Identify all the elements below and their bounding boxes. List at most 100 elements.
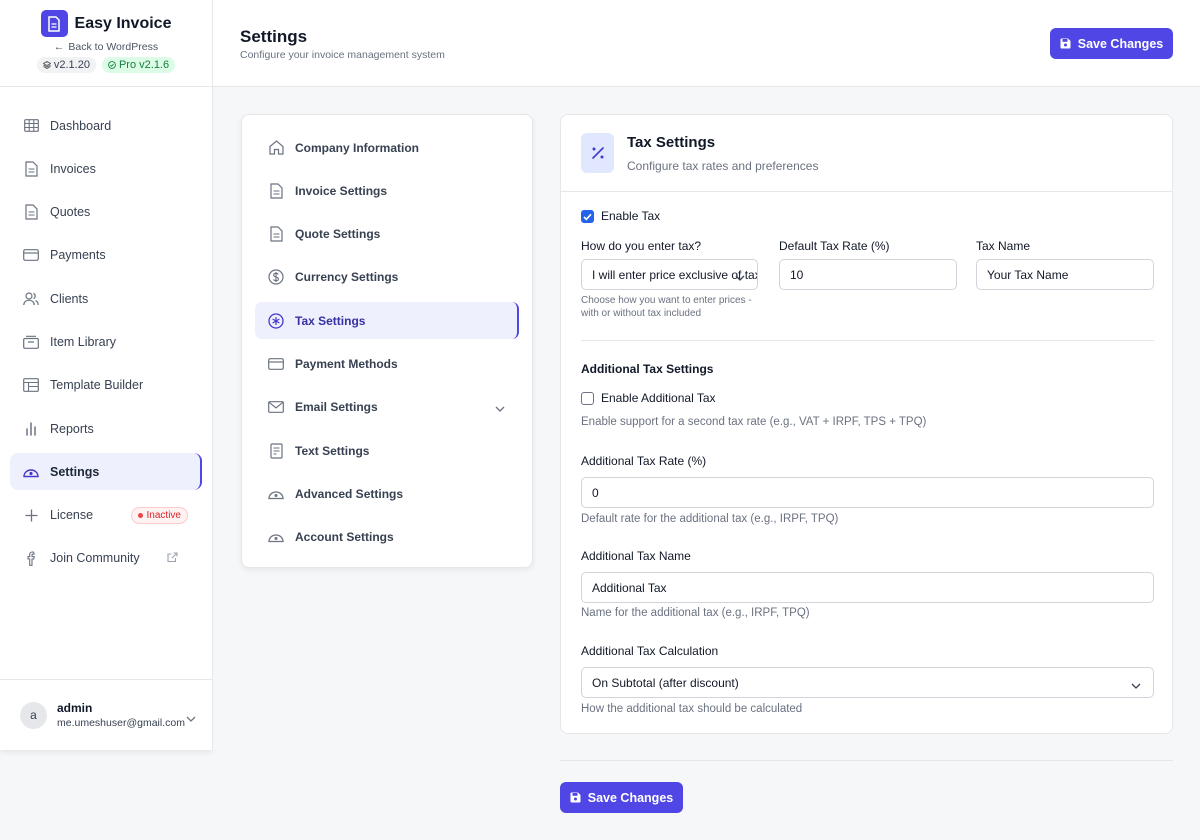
- library-icon: [23, 334, 39, 350]
- additional-tax-calculation-label: Additional Tax Calculation: [581, 644, 719, 658]
- arrow-left-icon: ←: [53, 41, 65, 53]
- additional-tax-calculation-value: On Subtotal (after discount): [592, 675, 739, 690]
- layers-icon: [42, 61, 51, 69]
- facebook-icon: [23, 550, 39, 566]
- sidebar-item-reports[interactable]: Reports: [10, 410, 202, 447]
- menu-item-label: Currency Settings: [295, 270, 399, 285]
- additional-tax-rate-label: Additional Tax Rate (%): [581, 454, 707, 468]
- menu-item-quote-settings[interactable]: Quote Settings: [255, 216, 519, 253]
- credit-card-icon: [23, 247, 39, 263]
- menu-item-email-settings[interactable]: Email Settings: [255, 389, 519, 426]
- menu-item-text-settings[interactable]: Text Settings: [255, 432, 519, 469]
- menu-item-label: Payment Methods: [295, 356, 398, 371]
- tax-entry-select[interactable]: I will enter price exclusive of tax: [581, 259, 758, 290]
- sidebar-item-settings[interactable]: Settings: [10, 453, 202, 491]
- page-subtitle: Configure your invoice management system: [240, 49, 445, 61]
- additional-tax-rate-help: Default rate for the additional tax (e.g…: [581, 513, 839, 525]
- save-changes-button[interactable]: Save Changes: [1050, 28, 1173, 59]
- user-info: admin me.umeshuser@gmail.com: [57, 701, 185, 729]
- default-tax-rate-label: Default Tax Rate (%): [779, 239, 890, 253]
- default-tax-rate-value: 10: [790, 267, 804, 282]
- sidebar-item-dashboard[interactable]: Dashboard: [10, 107, 202, 144]
- chevron-down-icon: [1131, 678, 1141, 692]
- text-file-icon: [268, 442, 284, 459]
- cloud-gear-icon: [23, 464, 39, 480]
- brand-header: Easy Invoice ← Back to WordPress v2.1.20…: [0, 0, 212, 87]
- asterisk-icon: [268, 313, 284, 329]
- menu-item-label: Invoice Settings: [295, 183, 388, 198]
- sidebar-item-label: Settings: [50, 464, 100, 479]
- sidebar-item-label: Item Library: [50, 334, 116, 349]
- menu-item-label: Email Settings: [295, 400, 378, 415]
- cloud-gear-icon: [268, 529, 284, 545]
- invoice-logo-icon: [40, 10, 68, 37]
- save-button-label: Save Changes: [1077, 36, 1164, 51]
- document-icon: [23, 161, 39, 177]
- main-nav: Dashboard Invoices Quotes Payments Clien…: [0, 87, 212, 577]
- menu-item-payment-methods[interactable]: Payment Methods: [255, 345, 519, 382]
- card-header: Tax Settings Configure tax rates and pre…: [561, 115, 1172, 192]
- mail-icon: [268, 399, 284, 415]
- chevron-down-icon: [735, 270, 745, 284]
- tax-name-value: Your Tax Name: [987, 267, 1069, 282]
- sidebar-item-clients[interactable]: Clients: [10, 280, 202, 317]
- sidebar-item-join-community[interactable]: Join Community: [10, 540, 202, 577]
- menu-item-currency-settings[interactable]: Currency Settings: [255, 259, 519, 296]
- sidebar-item-template-builder[interactable]: Template Builder: [10, 367, 202, 404]
- additional-tax-name-help: Name for the additional tax (e.g., IRPF,…: [581, 607, 810, 619]
- sidebar-item-invoices[interactable]: Invoices: [10, 150, 202, 187]
- version-badge: v2.1.20: [36, 57, 96, 73]
- menu-item-label: Text Settings: [295, 443, 370, 458]
- sidebar-item-label: License: [50, 508, 94, 523]
- sidebar-item-label: Reports: [50, 421, 94, 436]
- version-badges: v2.1.20 Pro v2.1.6: [36, 57, 176, 73]
- menu-item-advanced-settings[interactable]: Advanced Settings: [255, 475, 519, 512]
- page-title: Settings: [240, 27, 308, 46]
- menu-item-label: Advanced Settings: [295, 486, 404, 501]
- additional-tax-calculation-help: How the additional tax should be calcula…: [581, 703, 803, 715]
- user-email: me.umeshuser@gmail.com: [57, 717, 185, 729]
- card-title: Tax Settings: [627, 134, 716, 151]
- sidebar-item-label: Dashboard: [50, 118, 112, 133]
- credit-card-icon: [268, 356, 284, 372]
- menu-item-account-settings[interactable]: Account Settings: [255, 519, 519, 556]
- menu-item-tax-settings[interactable]: Tax Settings: [255, 302, 519, 340]
- sidebar-item-label: Clients: [50, 291, 89, 306]
- user-menu[interactable]: a admin me.umeshuser@gmail.com: [0, 679, 212, 750]
- tax-entry-help: Choose how you want to enter prices - wi…: [581, 295, 752, 319]
- enable-additional-tax-checkbox[interactable]: [581, 392, 594, 405]
- sidebar-item-item-library[interactable]: Item Library: [10, 323, 202, 360]
- sidebar-item-payments[interactable]: Payments: [10, 237, 202, 274]
- additional-tax-name-value: Additional Tax: [592, 580, 667, 595]
- additional-tax-calculation-select[interactable]: On Subtotal (after discount): [581, 667, 1154, 698]
- menu-item-company-information[interactable]: Company Information: [255, 129, 519, 166]
- external-link-icon: [167, 552, 178, 566]
- version-label: v2.1.20: [53, 59, 90, 71]
- additional-tax-rate-input[interactable]: 0: [581, 477, 1154, 508]
- document-icon: [23, 204, 39, 220]
- default-tax-rate-input[interactable]: 10: [779, 259, 957, 290]
- footer-divider: [560, 760, 1173, 761]
- additional-tax-rate-value: 0: [592, 485, 599, 500]
- enable-additional-tax-help: Enable support for a second tax rate (e.…: [581, 416, 927, 428]
- back-to-wordpress-link[interactable]: ← Back to WordPress: [54, 41, 158, 53]
- user-name: admin: [57, 701, 93, 715]
- enable-tax-checkbox[interactable]: [581, 210, 594, 223]
- tax-entry-value: I will enter price exclusive of tax: [592, 267, 758, 282]
- tax-name-input[interactable]: Your Tax Name: [976, 259, 1154, 290]
- chevron-down-icon[interactable]: [495, 401, 505, 415]
- menu-item-label: Quote Settings: [295, 227, 381, 242]
- chevron-down-icon: [186, 709, 196, 727]
- settings-menu: Company Information Invoice Settings Quo…: [241, 114, 533, 568]
- tax-entry-label: How do you enter tax?: [581, 239, 702, 253]
- pro-version-badge: Pro v2.1.6: [101, 57, 176, 73]
- menu-item-label: Tax Settings: [295, 313, 366, 328]
- sidebar-item-quotes[interactable]: Quotes: [10, 194, 202, 231]
- sidebar-item-label: Join Community: [50, 551, 140, 566]
- menu-item-label: Company Information: [295, 140, 420, 155]
- additional-tax-name-input[interactable]: Additional Tax: [581, 572, 1154, 603]
- menu-item-invoice-settings[interactable]: Invoice Settings: [255, 172, 519, 209]
- page-header: Settings Configure your invoice manageme…: [213, 0, 1200, 87]
- sidebar-item-license[interactable]: License Inactive: [10, 497, 202, 534]
- save-changes-footer-button[interactable]: Save Changes: [560, 782, 683, 813]
